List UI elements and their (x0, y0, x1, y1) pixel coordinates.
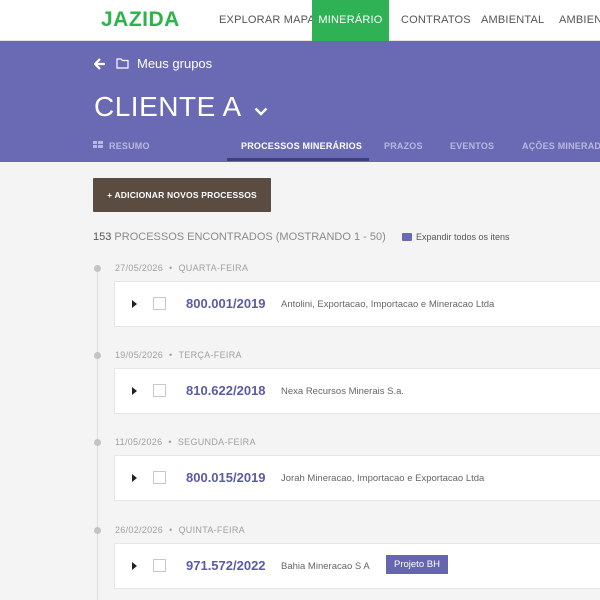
tab-prazos[interactable]: PRAZOS (384, 141, 423, 151)
client-selector[interactable]: CLIENTE A (94, 91, 268, 123)
nav-ambiental-2[interactable]: AMBIENT (549, 0, 600, 41)
company-name: Jorah Mineracao, Importacao e Exportacao… (281, 473, 485, 484)
timeline-dot (94, 265, 101, 272)
date-heading: 19/05/2026 • TERÇA-FEIRA (115, 350, 242, 360)
weekday: QUINTA-FEIRA (178, 525, 245, 535)
process-checkbox[interactable] (153, 559, 166, 572)
expand-icon (402, 233, 412, 241)
caret-right-icon[interactable] (132, 562, 137, 570)
date-heading: 27/05/2026 • QUARTA-FEIRA (115, 263, 248, 273)
date-value: 27/05/2026 (115, 263, 164, 273)
tab-resumo-label: RESUMO (109, 141, 150, 151)
nav-ambiental[interactable]: AMBIENTAL (471, 0, 554, 41)
project-tag[interactable]: Projeto BH (386, 555, 448, 574)
process-card: 971.572/2022 Bahia Mineracao S A Projeto… (114, 543, 600, 589)
nav-contratos[interactable]: CONTRATOS (391, 0, 481, 41)
expand-label: Expandir todos os itens (416, 232, 510, 242)
company-name: Antolini, Exportacao, Importacao e Miner… (281, 299, 495, 310)
client-name: CLIENTE A (94, 91, 242, 122)
separator-dot: • (169, 263, 173, 273)
process-checkbox[interactable] (153, 384, 166, 397)
separator-dot: • (169, 350, 173, 360)
client-header: Meus grupos CLIENTE A RESUMO PROCESSOS M… (0, 41, 600, 162)
results-text: PROCESSOS ENCONTRADOS (MOSTRANDO 1 - 50) (111, 231, 386, 243)
timeline-dot (94, 527, 101, 534)
tab-acoes-minerado[interactable]: AÇÕES MINERADO (522, 141, 600, 151)
jazida-logo[interactable]: JAZIDA (101, 8, 180, 32)
process-number[interactable]: 800.015/2019 (186, 470, 266, 485)
back-label[interactable]: Meus grupos (137, 56, 212, 71)
process-checkbox[interactable] (153, 471, 166, 484)
tab-resumo[interactable]: RESUMO (93, 141, 150, 151)
add-processes-button[interactable]: + ADICIONAR NOVOS PROCESSOS (93, 178, 271, 212)
company-name: Nexa Recursos Minerais S.a. (281, 386, 405, 397)
date-value: 19/05/2026 (115, 350, 164, 360)
company-name: Bahia Mineracao S A (281, 561, 370, 572)
date-heading: 26/02/2026 • QUINTA-FEIRA (115, 525, 245, 535)
nav-explorar-mapa[interactable]: EXPLORAR MAPA (209, 0, 325, 41)
weekday: SEGUNDA-FEIRA (177, 437, 256, 447)
separator-dot: • (169, 525, 173, 535)
arrow-left-icon[interactable] (94, 57, 106, 70)
chevron-down-icon[interactable] (254, 91, 268, 123)
process-number[interactable]: 800.001/2019 (186, 296, 266, 311)
caret-right-icon[interactable] (132, 387, 137, 395)
date-value: 26/02/2026 (115, 525, 164, 535)
top-navigation: JAZIDA EXPLORAR MAPA MINERÁRIO CONTRATOS… (0, 0, 600, 41)
folder-icon (116, 58, 129, 69)
timeline-dot (94, 439, 101, 446)
weekday: TERÇA-FEIRA (178, 350, 242, 360)
timeline-line (97, 270, 98, 600)
results-count: 153 (93, 231, 112, 243)
back-to-groups[interactable]: Meus grupos (94, 56, 212, 71)
process-checkbox[interactable] (153, 297, 166, 310)
caret-right-icon[interactable] (132, 474, 137, 482)
caret-right-icon[interactable] (132, 300, 137, 308)
separator-dot: • (168, 437, 172, 447)
process-number[interactable]: 971.572/2022 (186, 558, 266, 573)
process-card: 810.622/2018 Nexa Recursos Minerais S.a. (114, 368, 600, 414)
process-card: 800.015/2019 Jorah Mineracao, Importacao… (114, 455, 600, 501)
weekday: QUARTA-FEIRA (178, 263, 249, 273)
process-card: 800.001/2019 Antolini, Exportacao, Impor… (114, 281, 600, 327)
nav-minerario[interactable]: MINERÁRIO (312, 0, 389, 41)
date-value: 11/05/2026 (115, 437, 163, 447)
date-heading: 11/05/2026 • SEGUNDA-FEIRA (115, 437, 256, 447)
tab-processos-minerarios[interactable]: PROCESSOS MINERÁRIOS (241, 141, 362, 151)
results-summary: 153 PROCESSOS ENCONTRADOS (MOSTRANDO 1 -… (93, 231, 386, 243)
grid-icon (93, 141, 103, 151)
expand-all-link[interactable]: Expandir todos os itens (402, 232, 510, 242)
process-number[interactable]: 810.622/2018 (186, 383, 266, 398)
tab-eventos[interactable]: EVENTOS (450, 141, 494, 151)
tab-bar: RESUMO PROCESSOS MINERÁRIOS PRAZOS EVENT… (0, 139, 600, 162)
active-tab-indicator (227, 158, 369, 161)
timeline-dot (94, 352, 101, 359)
